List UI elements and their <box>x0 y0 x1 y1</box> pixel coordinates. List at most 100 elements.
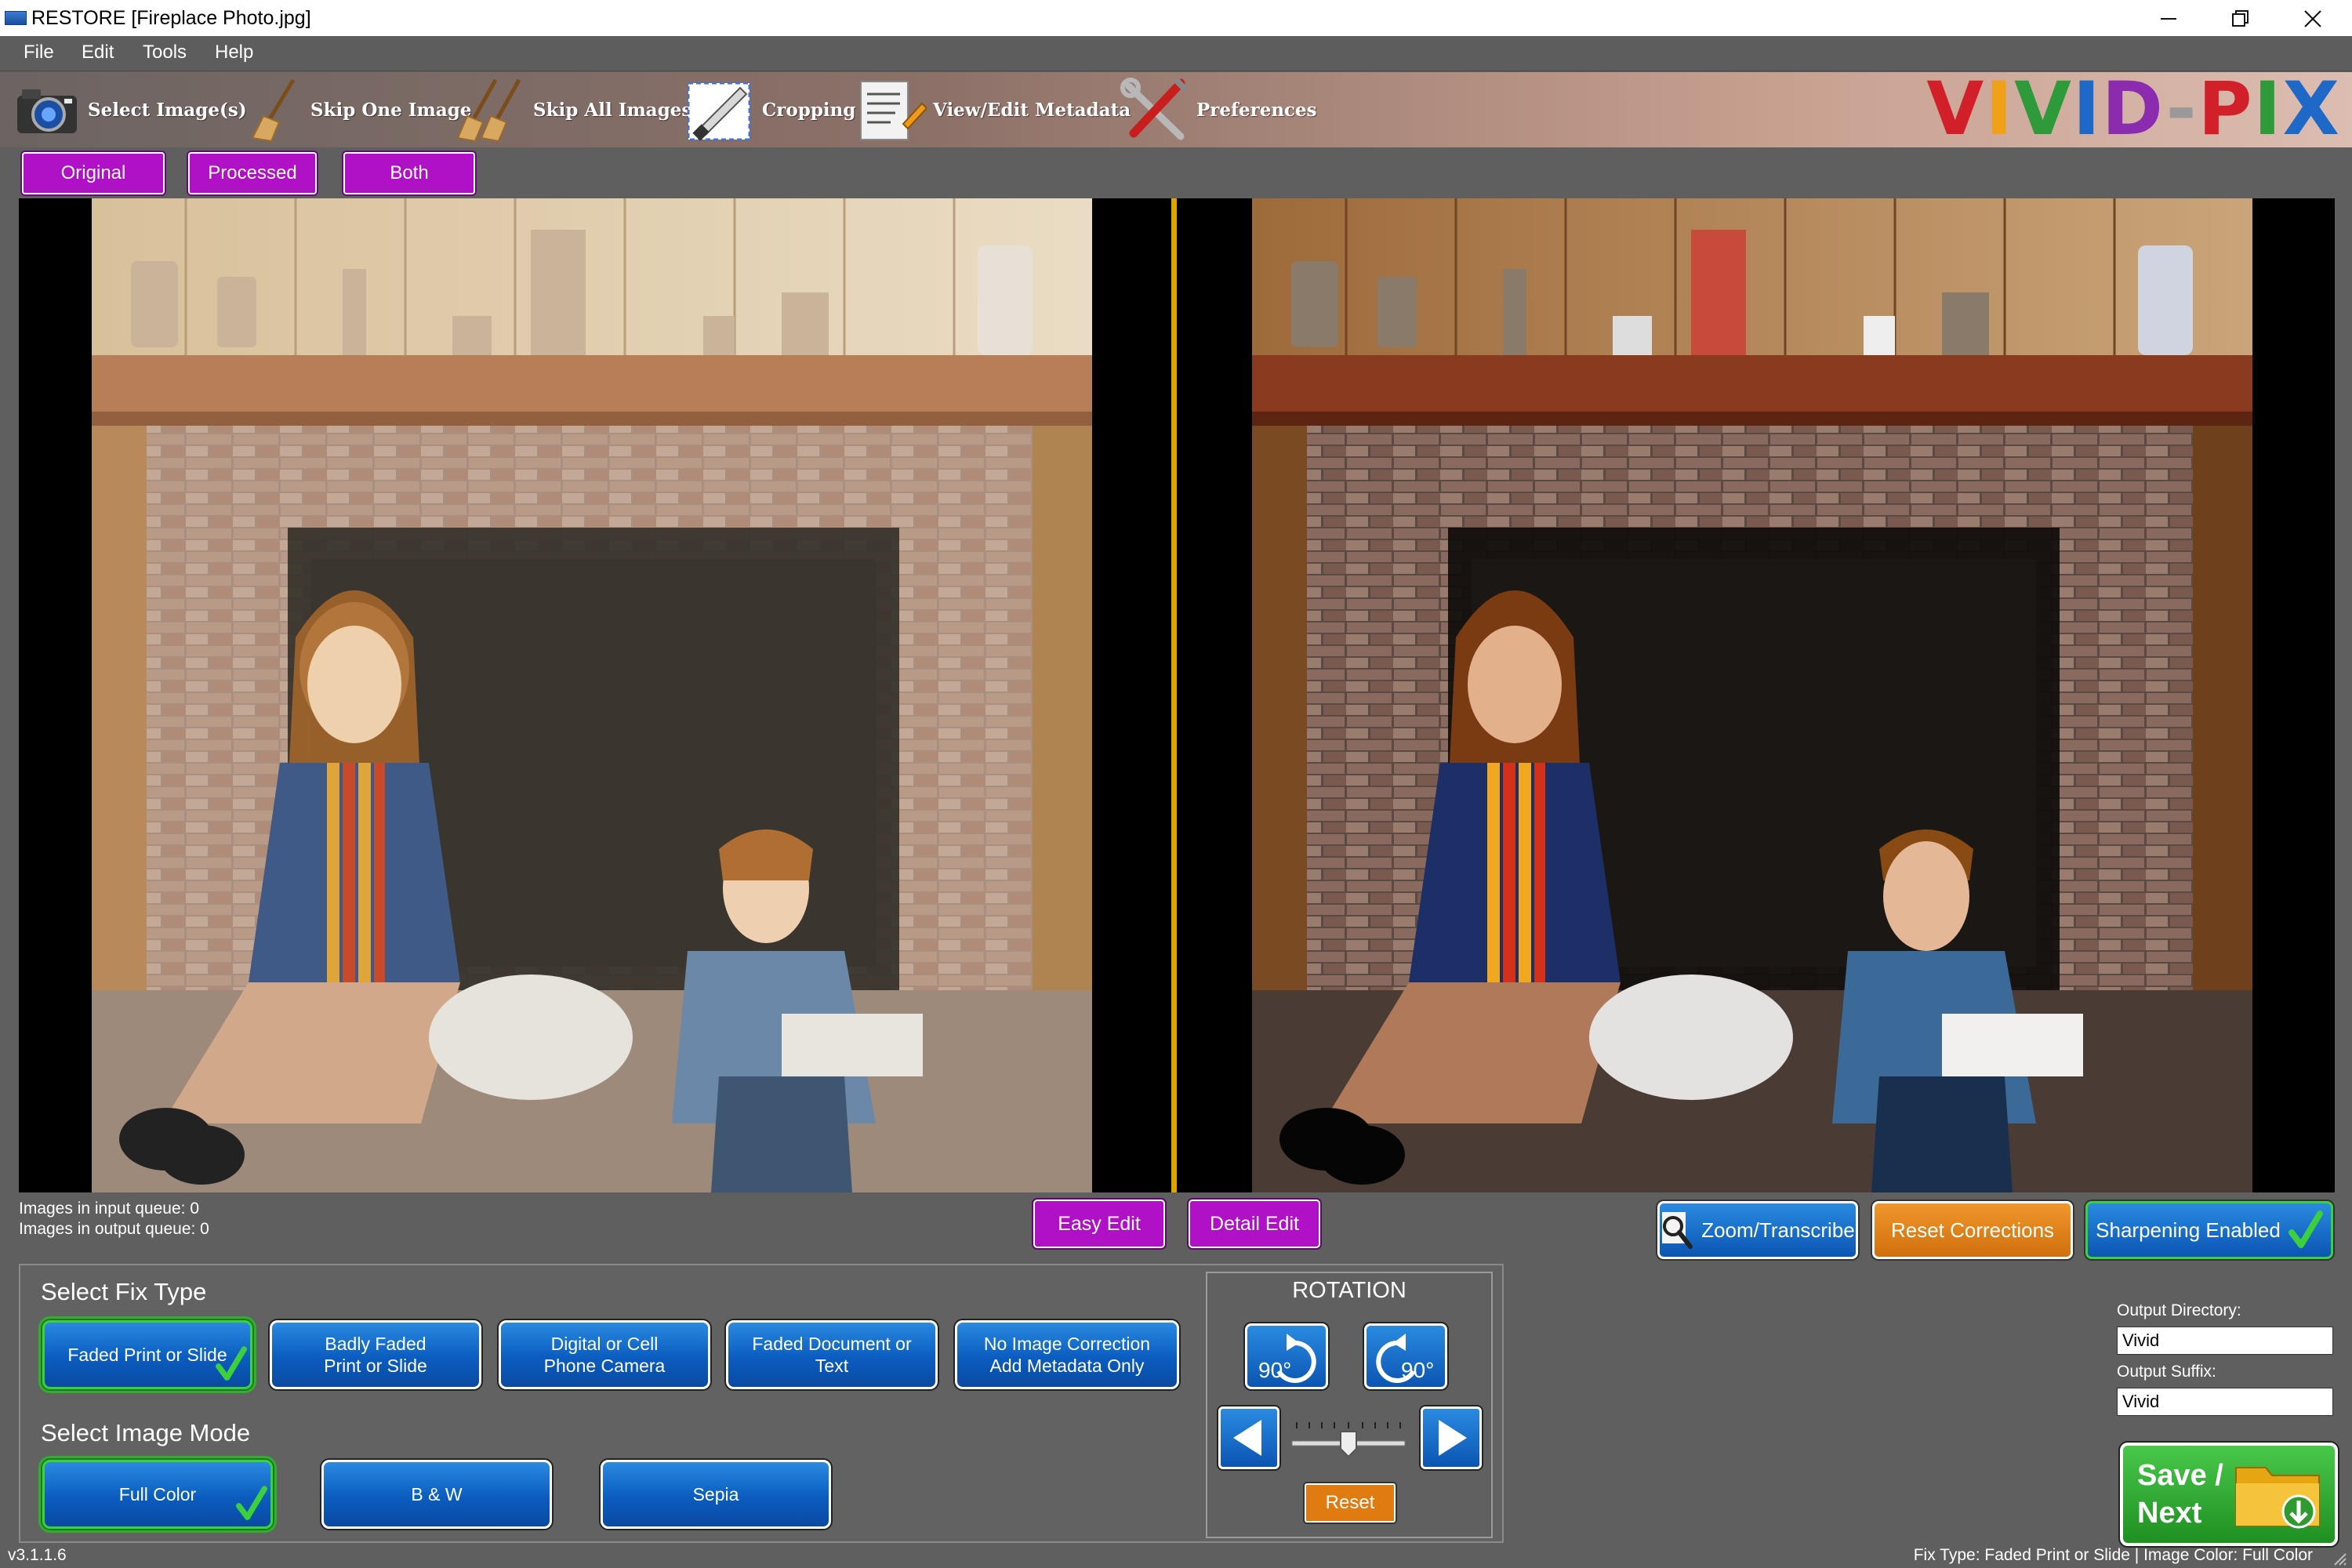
mode-sepia-label: Sepia <box>692 1484 739 1504</box>
close-button[interactable] <box>2277 0 2349 36</box>
view-edit-metadata-button[interactable]: View/Edit Metadata <box>856 77 1131 143</box>
sharpening-toggle-button[interactable]: Sharpening Enabled <box>2085 1201 2333 1259</box>
fine-rotate-right-button[interactable] <box>1421 1406 1482 1469</box>
skip-one-label: Skip One Image <box>310 99 472 121</box>
fix-badly-faded-line1: Badly Faded <box>325 1334 426 1354</box>
fine-rotate-left-button[interactable] <box>1218 1406 1279 1469</box>
resize-grip-icon[interactable] <box>2330 1549 2347 1566</box>
fix-faded-print-button[interactable]: Faded Print or Slide <box>42 1320 252 1389</box>
fix-digital-camera-button[interactable]: Digital or Cell Phone Camera <box>499 1320 710 1389</box>
zoom-transcribe-button[interactable]: Zoom/Transcribe <box>1657 1201 1858 1259</box>
folder-download-icon <box>2235 1467 2320 1529</box>
mode-sepia-button[interactable]: Sepia <box>601 1460 831 1529</box>
version-label: v3.1.1.6 <box>8 1546 67 1564</box>
fix-no-correction-button[interactable]: No Image Correction Add Metadata Only <box>955 1320 1179 1389</box>
save-next-button[interactable]: Save / Next <box>2120 1443 2338 1546</box>
toolbar: Select Image(s) Skip One Image Skip All … <box>0 72 2352 147</box>
sharpening-label: Sharpening Enabled <box>2096 1218 2281 1242</box>
metadata-label: View/Edit Metadata <box>933 99 1131 121</box>
cropping-label: Cropping <box>762 99 856 121</box>
minimize-button[interactable] <box>2132 0 2205 36</box>
rotation-panel: ROTATION 90° 90° Reset <box>1206 1272 1493 1538</box>
cropping-button[interactable]: Cropping <box>685 77 855 143</box>
rotate-cw-button[interactable]: 90° <box>1364 1323 1447 1389</box>
skip-all-label: Skip All Images <box>533 99 692 121</box>
mode-full-color-button[interactable]: Full Color <box>42 1460 273 1529</box>
rotation-title: ROTATION <box>1292 1278 1406 1303</box>
vivid-pix-logo: VIVID-PIX <box>1926 67 2341 152</box>
fix-document-line1: Faded Document or <box>752 1334 912 1354</box>
arrow-right-icon <box>1439 1420 1467 1456</box>
window-title: RESTORE [Fireplace Photo.jpg] <box>31 7 311 29</box>
rotate-cw-label: 90° <box>1401 1358 1434 1382</box>
output-queue-count: Images in output queue: 0 <box>19 1220 209 1238</box>
skip-all-images-button[interactable]: Skip All Images <box>456 77 691 143</box>
fix-badly-faded-button[interactable]: Badly Faded Print or Slide <box>270 1320 481 1389</box>
tools-icon <box>1120 78 1188 140</box>
checkmark-icon <box>2288 1210 2323 1248</box>
output-directory-label: Output Directory: <box>2117 1301 2241 1319</box>
detail-edit-button[interactable]: Detail Edit <box>1189 1200 1320 1248</box>
rotate-left-icon: 90° <box>1258 1334 1316 1383</box>
preferences-label: Preferences <box>1196 99 1317 121</box>
processed-photo[interactable] <box>1252 198 2252 1192</box>
brooms-icon <box>456 78 521 143</box>
app-icon <box>5 11 27 25</box>
fine-rotation-slider[interactable] <box>1289 1413 1408 1463</box>
view-both-button[interactable]: Both <box>343 152 475 194</box>
menu-file[interactable]: File <box>16 41 62 64</box>
fix-none-line1: No Image Correction <box>983 1334 1151 1354</box>
output-directory-input[interactable] <box>2117 1327 2333 1355</box>
slider-track <box>1291 1422 1406 1458</box>
fix-none-line2: Add Metadata Only <box>989 1356 1145 1376</box>
menu-edit[interactable]: Edit <box>74 41 122 64</box>
camera-icon <box>17 89 77 133</box>
fix-faded-print-label: Faded Print or Slide <box>67 1345 227 1365</box>
select-images-label: Select Image(s) <box>88 99 247 121</box>
original-photo[interactable] <box>92 198 1092 1192</box>
easy-edit-button[interactable]: Easy Edit <box>1033 1200 1165 1248</box>
fix-digital-line2: Phone Camera <box>543 1356 666 1376</box>
slider-thumb[interactable] <box>1340 1431 1357 1458</box>
split-divider[interactable] <box>1171 198 1177 1192</box>
fix-badly-faded-line2: Print or Slide <box>324 1356 427 1376</box>
title-bar: RESTORE [Fireplace Photo.jpg] <box>0 0 2352 36</box>
output-suffix-input[interactable] <box>2117 1388 2333 1416</box>
arrow-left-icon <box>1233 1420 1261 1456</box>
rotate-right-icon: 90° <box>1376 1334 1434 1383</box>
crop-knife-icon <box>687 82 751 141</box>
fix-faded-document-button[interactable]: Faded Document or Text <box>726 1320 938 1389</box>
reset-rotation-button[interactable]: Reset <box>1305 1483 1396 1523</box>
image-viewer <box>19 198 2335 1192</box>
input-queue-count: Images in input queue: 0 <box>19 1200 199 1218</box>
menu-tools[interactable]: Tools <box>135 41 194 64</box>
restore-button[interactable] <box>2205 0 2277 36</box>
save-line1: Save / <box>2137 1459 2223 1492</box>
mode-bw-label: B & W <box>411 1484 463 1504</box>
reset-corrections-button[interactable]: Reset Corrections <box>1872 1201 2073 1259</box>
menu-help[interactable]: Help <box>207 41 261 64</box>
view-processed-button[interactable]: Processed <box>188 152 317 194</box>
select-images-button[interactable]: Select Image(s) <box>11 77 247 143</box>
document-pencil-icon <box>860 81 927 140</box>
fix-type-title: Select Fix Type <box>41 1278 207 1305</box>
mode-bw-button[interactable]: B & W <box>321 1460 552 1529</box>
rotate-ccw-label: 90° <box>1258 1358 1291 1382</box>
fix-digital-line1: Digital or Cell <box>550 1334 659 1354</box>
view-original-button[interactable]: Original <box>22 152 165 194</box>
broom-icon <box>251 78 296 143</box>
mode-full-color-label: Full Color <box>118 1484 197 1504</box>
magnifier-icon <box>1662 1212 1693 1249</box>
zoom-transcribe-label: Zoom/Transcribe <box>1701 1218 1855 1242</box>
fix-document-line2: Text <box>815 1356 849 1376</box>
output-suffix-label: Output Suffix: <box>2117 1363 2216 1381</box>
reset-corrections-label: Reset Corrections <box>1890 1218 2055 1242</box>
save-line2: Next <box>2137 1497 2202 1530</box>
checkmark-icon <box>216 1346 247 1381</box>
fix-summary-status: Fix Type: Faded Print or Slide | Image C… <box>1913 1546 2313 1564</box>
skip-one-image-button[interactable]: Skip One Image <box>249 77 471 143</box>
preferences-button[interactable]: Preferences <box>1120 77 1317 143</box>
checkmark-icon <box>236 1486 267 1520</box>
rotate-ccw-button[interactable]: 90° <box>1245 1323 1328 1389</box>
image-mode-title: Select Image Mode <box>41 1419 251 1446</box>
